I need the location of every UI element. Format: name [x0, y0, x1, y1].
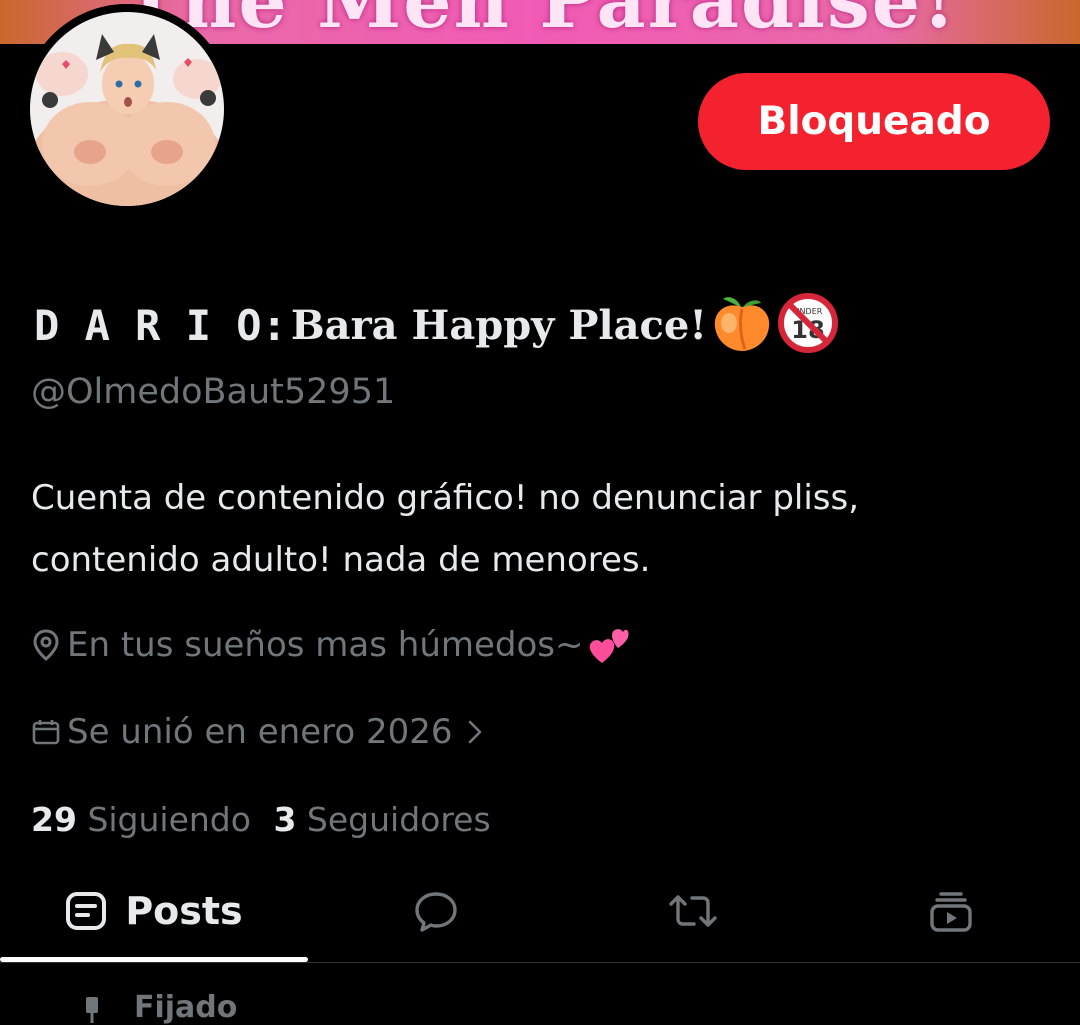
location-text: En tus sueños mas húmedos~	[67, 625, 584, 665]
video-stack-icon	[929, 890, 973, 932]
pin-icon	[80, 993, 104, 1023]
display-name-main: D A R I O:	[34, 300, 287, 350]
tab-posts-label: Posts	[125, 889, 243, 933]
followers-link[interactable]: 3 Seguidores	[273, 800, 490, 839]
tab-posts[interactable]: Posts	[0, 862, 308, 960]
following-link[interactable]: 29 Siguiendo	[31, 800, 261, 839]
two-hearts-emoji-icon	[586, 623, 630, 667]
chevron-right-icon	[467, 719, 483, 745]
joined-row[interactable]: Se unió en enero 2026	[31, 707, 483, 757]
calendar-icon	[31, 717, 61, 747]
followers-label: Seguidores	[306, 800, 491, 839]
tab-reposts[interactable]	[564, 862, 822, 960]
posts-icon	[65, 891, 107, 931]
no-under-18-icon: UNDER 18	[777, 292, 839, 358]
tab-media[interactable]	[822, 862, 1080, 960]
following-label: Siguiendo	[87, 800, 251, 839]
bio-line-1: Cuenta de contenido gráfico! no denuncia…	[31, 478, 860, 518]
followers-count: 3	[273, 800, 297, 839]
peach-emoji-icon	[711, 293, 773, 357]
display-name-sub: Bara Happy Place!	[290, 301, 707, 349]
follow-stats: 29 Siguiendo 3 Seguidores	[31, 800, 491, 839]
blocked-button[interactable]: Bloqueado	[698, 73, 1050, 170]
repost-icon	[668, 891, 718, 931]
pinned-label: Fijado	[134, 990, 238, 1025]
pinned-indicator: Fijado	[80, 990, 237, 1025]
following-count: 29	[31, 800, 77, 839]
username-handle: @OlmedoBaut52951	[31, 372, 396, 412]
tab-replies[interactable]	[308, 862, 564, 960]
joined-text: Se unió en enero 2026	[67, 712, 453, 752]
display-name: D A R I O: Bara Happy Place! UNDER 18	[34, 292, 839, 358]
bio: Cuenta de contenido gráfico! no denuncia…	[31, 467, 1041, 591]
speech-bubble-icon	[414, 890, 458, 932]
avatar[interactable]	[22, 4, 232, 214]
profile-tabs: Posts	[0, 862, 1080, 963]
bio-line-2: contenido adulto! nada de menores.	[31, 540, 651, 580]
active-tab-indicator	[0, 957, 308, 962]
location-row: En tus sueños mas húmedos~	[31, 620, 630, 670]
location-pin-icon	[31, 628, 61, 662]
